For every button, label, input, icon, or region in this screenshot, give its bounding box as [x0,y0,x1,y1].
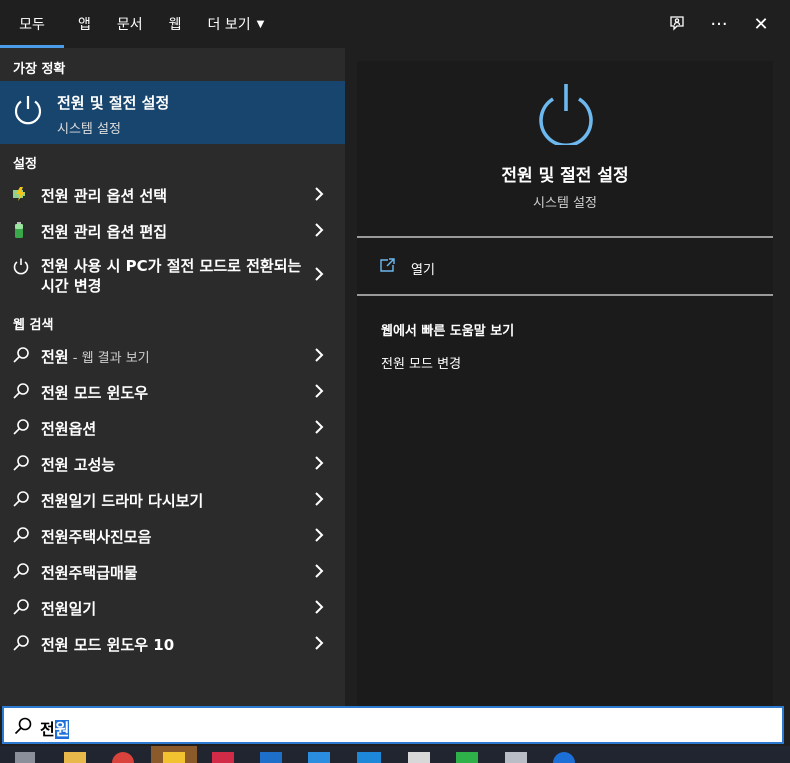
web-help-link[interactable]: 전원 모드 변경 [381,353,461,372]
preview-subtitle: 시스템 설정 [533,196,597,211]
search-input[interactable]: 전원 [40,716,70,740]
search-icon [13,419,29,435]
settings-item[interactable]: 전원 사용 시 PC가 절전 모드로 전환되는 시간 변경 [0,248,345,300]
tab-documents[interactable]: 문서 [109,0,151,48]
search-box[interactable]: 전원 [2,706,784,744]
section-web-search: 웹 검색 [13,318,54,333]
windows-start-icon[interactable] [15,752,35,763]
app-icon[interactable] [553,752,575,763]
web-search-item[interactable]: 전원 고성능 [0,445,345,481]
web-search-item[interactable]: 전원옵션 [0,409,345,445]
tab-apps[interactable]: 앱 [70,0,99,48]
divider [357,294,773,296]
battery-icon [15,222,23,238]
power-icon [14,96,42,125]
caret-down-icon: ▼ [256,18,265,30]
web-search-item[interactable]: 전원일기 드라마 다시보기 [0,481,345,517]
settings-item[interactable]: 전원 관리 옵션 편집 [0,212,345,248]
chevron-right-icon [315,267,324,281]
search-icon [13,491,29,507]
chevron-right-icon [315,528,324,542]
preview-title: 전원 및 절전 설정 [501,166,629,186]
top-icons: ··· ✕ [656,0,790,48]
chevron-right-icon [315,636,324,650]
best-match-subtitle: 시스템 설정 [57,122,121,137]
section-best-match: 가장 정확 [13,62,66,77]
search-icon [14,717,32,735]
close-icon[interactable]: ✕ [740,0,782,48]
app-icon[interactable] [505,752,527,763]
chevron-right-icon [315,420,324,434]
chevron-right-icon [315,492,324,506]
search-icon [13,599,29,615]
chevron-right-icon [315,456,324,470]
power-icon [539,84,593,145]
folder-icon[interactable] [64,752,86,763]
search-icon [13,563,29,579]
search-icon [13,383,29,399]
web-search-item[interactable]: 전원 모드 윈도우 10 [0,625,345,661]
code-editor-icon[interactable] [308,752,330,763]
best-match-title: 전원 및 절전 설정 [57,94,170,112]
search-icon [13,455,29,471]
mail-icon[interactable] [260,752,282,763]
web-search-item[interactable]: 전원주택급매물 [0,553,345,589]
power-options-icon [13,187,25,201]
feedback-icon[interactable] [656,0,698,48]
active-app-icon[interactable] [151,746,197,763]
filter-tabs: 모두 앱 문서 웹 더 보기 ▼ [0,0,272,48]
chevron-right-icon [315,564,324,578]
tab-all[interactable]: 모두 [0,0,64,48]
top-bar: 모두 앱 문서 웹 더 보기 ▼ ··· ✕ [0,0,790,48]
web-search-item[interactable]: 전원 모드 윈도우 [0,373,345,409]
more-icon[interactable]: ··· [698,0,740,48]
taskbar [0,746,790,763]
chevron-right-icon [315,600,324,614]
search-icon [13,347,29,363]
chevron-right-icon [315,384,324,398]
ide-icon[interactable] [357,752,381,763]
chevron-right-icon [315,223,324,237]
preview-pane: 전원 및 절전 설정 시스템 설정 열기 웹에서 빠른 도움말 보기 전원 모드… [357,61,773,706]
app-icon[interactable] [212,752,234,763]
tab-web[interactable]: 웹 [161,0,190,48]
tab-more[interactable]: 더 보기 ▼ [200,0,273,48]
section-settings: 설정 [13,157,37,172]
web-search-item[interactable]: 전원일기 [0,589,345,625]
power-icon [13,258,29,275]
web-help-heading: 웹에서 빠른 도움말 보기 [381,324,515,339]
open-icon [380,258,395,272]
web-search-item[interactable]: 전원주택사진모음 [0,517,345,553]
search-icon [13,527,29,543]
search-icon [13,635,29,651]
chevron-right-icon [315,187,324,201]
settings-item[interactable]: 전원 관리 옵션 선택 [0,176,345,212]
web-search-item[interactable]: 전원 - 웹 결과 보기 [0,337,345,373]
divider [357,236,773,238]
chevron-right-icon [315,348,324,362]
best-match-item[interactable]: 전원 및 절전 설정 시스템 설정 [0,81,345,144]
notepad-icon[interactable] [408,752,430,763]
browser-icon[interactable] [112,752,134,763]
chat-icon[interactable] [456,752,478,763]
results-pane: 가장 정확 전원 및 절전 설정 시스템 설정 설정 전원 관리 옵션 선택 전… [0,48,345,706]
